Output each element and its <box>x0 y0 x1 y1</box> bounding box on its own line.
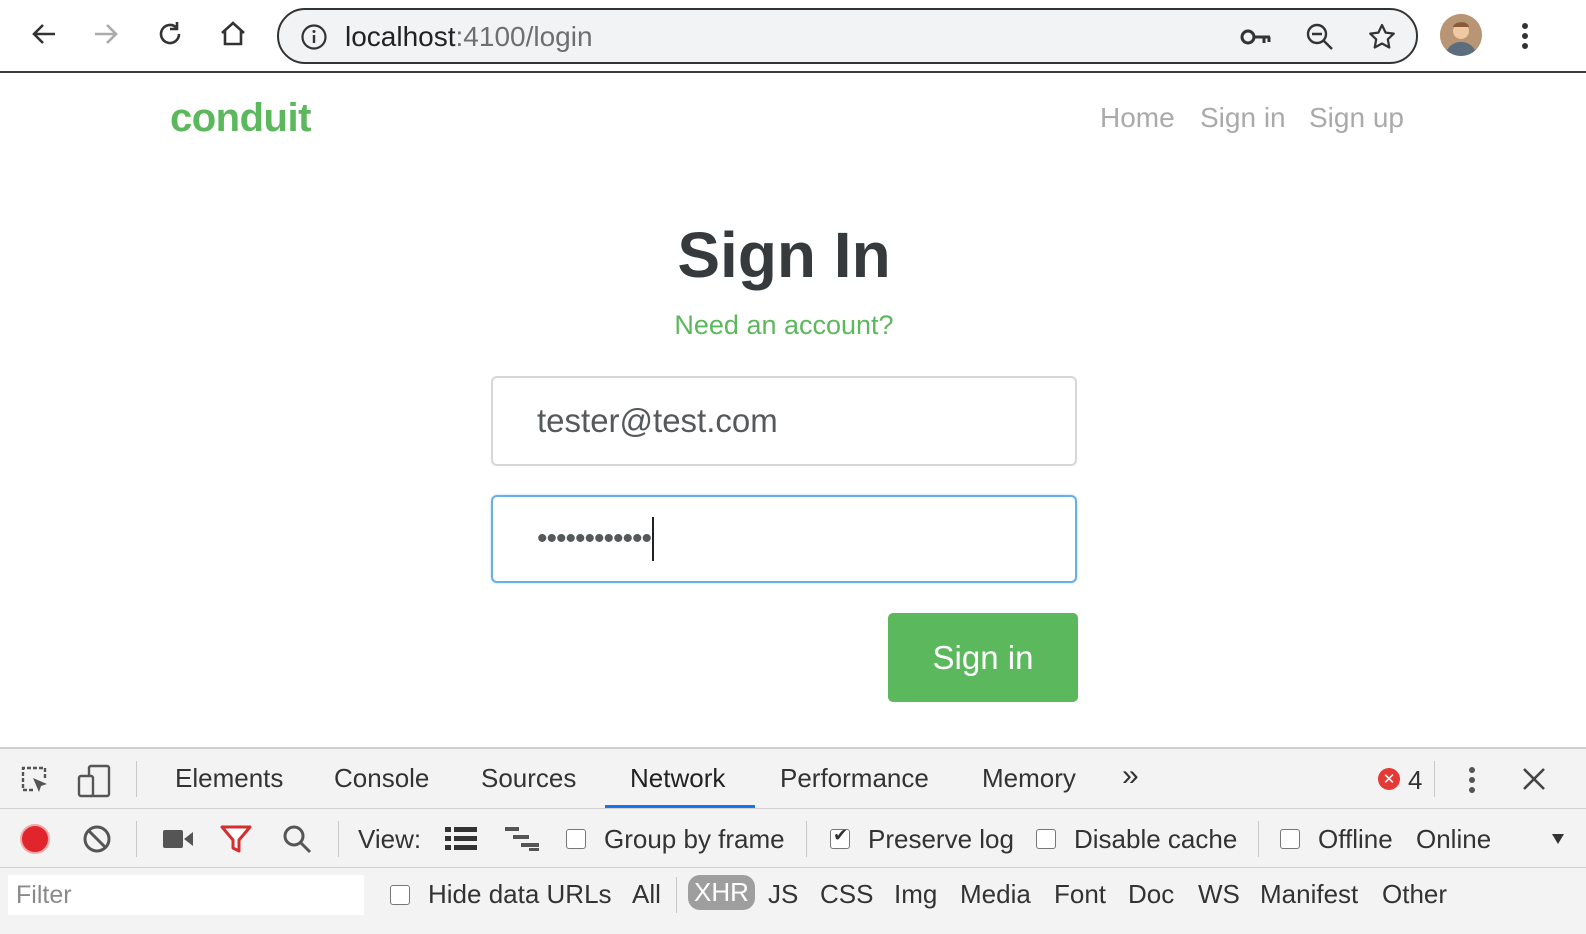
forward-icon[interactable] <box>84 12 128 56</box>
offline-label: Offline <box>1318 824 1393 854</box>
throttling-select[interactable]: Online <box>1416 824 1491 855</box>
disable-cache-label: Disable cache <box>1074 824 1238 854</box>
nav-sign-in-link[interactable]: Sign in <box>1200 102 1286 134</box>
type-filter-font[interactable]: Font <box>1054 879 1106 910</box>
hide-data-urls-label: Hide data URLs <box>428 879 612 909</box>
divider <box>1258 821 1259 857</box>
browser-menu-icon[interactable] <box>1508 14 1542 58</box>
bookmark-star-icon[interactable] <box>1365 20 1399 54</box>
password-value: •••••••••••• <box>537 522 652 555</box>
tab-sources[interactable]: Sources <box>481 763 576 794</box>
zoom-icon[interactable] <box>1303 20 1337 54</box>
email-value: tester@test.com <box>537 402 778 439</box>
clear-icon[interactable] <box>80 822 114 856</box>
group-by-frame-label: Group by frame <box>604 824 785 854</box>
url-path: :4100/login <box>455 21 593 52</box>
url-host: localhost <box>345 21 456 52</box>
type-filter-css[interactable]: CSS <box>820 879 873 910</box>
divider <box>806 821 807 857</box>
disable-cache-checkbox[interactable] <box>1036 829 1056 849</box>
record-icon[interactable] <box>18 822 52 856</box>
type-filter-ws[interactable]: WS <box>1198 879 1240 910</box>
site-info-icon[interactable] <box>297 20 331 54</box>
active-tab-indicator <box>605 805 755 808</box>
preserve-log-label: Preserve log <box>868 824 1014 854</box>
offline-checkbox[interactable] <box>1280 829 1300 849</box>
password-field[interactable]: •••••••••••• <box>491 495 1077 583</box>
type-filter-js[interactable]: JS <box>768 879 798 910</box>
view-label: View: <box>358 824 422 854</box>
devtools-menu-icon[interactable] <box>1462 763 1482 797</box>
nav-sign-up-link[interactable]: Sign up <box>1309 102 1404 134</box>
tab-network[interactable]: Network <box>630 763 725 794</box>
tab-console[interactable]: Console <box>334 763 429 794</box>
divider <box>136 821 137 857</box>
url-text[interactable]: localhost:4100/login <box>345 20 593 54</box>
hide-data-urls-checkbox[interactable] <box>390 885 410 905</box>
type-filter-doc[interactable]: Doc <box>1128 879 1174 910</box>
email-field[interactable]: tester@test.com <box>491 376 1077 466</box>
chevron-down-icon[interactable] <box>1550 832 1566 846</box>
text-caret <box>652 517 655 561</box>
devtools-panel: Elements Console Sources Network Perform… <box>0 747 1586 934</box>
type-filter-all[interactable]: All <box>632 879 661 910</box>
filter-input[interactable] <box>8 875 364 915</box>
home-icon[interactable] <box>211 12 255 56</box>
divider <box>676 877 677 913</box>
need-account-link[interactable]: Need an account? <box>0 310 1568 341</box>
sign-in-button[interactable]: Sign in <box>888 613 1078 702</box>
profile-avatar[interactable] <box>1440 14 1482 56</box>
type-filter-img[interactable]: Img <box>894 879 937 910</box>
error-count[interactable]: 4 <box>1408 765 1422 796</box>
search-icon[interactable] <box>280 822 314 856</box>
type-filter-media[interactable]: Media <box>960 879 1031 910</box>
nav-home-link[interactable]: Home <box>1100 102 1175 134</box>
filter-icon[interactable] <box>218 822 254 856</box>
preserve-log-checkbox[interactable] <box>830 825 850 849</box>
network-toolbar: View: Group by frame Preserve log Disabl… <box>0 810 1586 868</box>
waterfall-overview-icon[interactable] <box>504 824 542 854</box>
divider <box>1434 761 1435 797</box>
brand-logo[interactable]: conduit <box>170 96 311 141</box>
back-icon[interactable] <box>22 12 66 56</box>
tab-performance[interactable]: Performance <box>780 763 929 794</box>
filter-bar: Hide data URLs All XHR JS CSS Img Media … <box>0 869 1586 924</box>
group-by-frame-checkbox[interactable] <box>566 829 586 849</box>
devtools-tab-bar: Elements Console Sources Network Perform… <box>0 749 1586 809</box>
reload-icon[interactable] <box>148 12 192 56</box>
type-filter-manifest[interactable]: Manifest <box>1260 879 1358 910</box>
screenshot-capture-icon[interactable] <box>160 822 196 856</box>
page-title: Sign In <box>677 219 891 291</box>
error-icon[interactable]: ✕ <box>1378 768 1400 790</box>
key-icon[interactable] <box>1239 20 1273 54</box>
address-bar[interactable]: localhost:4100/login <box>277 8 1418 64</box>
browser-toolbar: localhost:4100/login <box>0 0 1586 73</box>
tab-memory[interactable]: Memory <box>982 763 1076 794</box>
type-filter-xhr[interactable]: XHR <box>688 875 755 910</box>
divider <box>136 761 137 797</box>
divider <box>338 821 339 857</box>
more-tabs-icon[interactable]: » <box>1122 759 1139 793</box>
device-toolbar-icon[interactable] <box>76 763 112 799</box>
inspect-element-icon[interactable] <box>18 763 52 797</box>
type-filter-other[interactable]: Other <box>1382 879 1447 910</box>
tab-elements[interactable]: Elements <box>175 763 283 794</box>
large-rows-icon[interactable] <box>444 824 478 854</box>
close-devtools-icon[interactable] <box>1518 763 1550 795</box>
